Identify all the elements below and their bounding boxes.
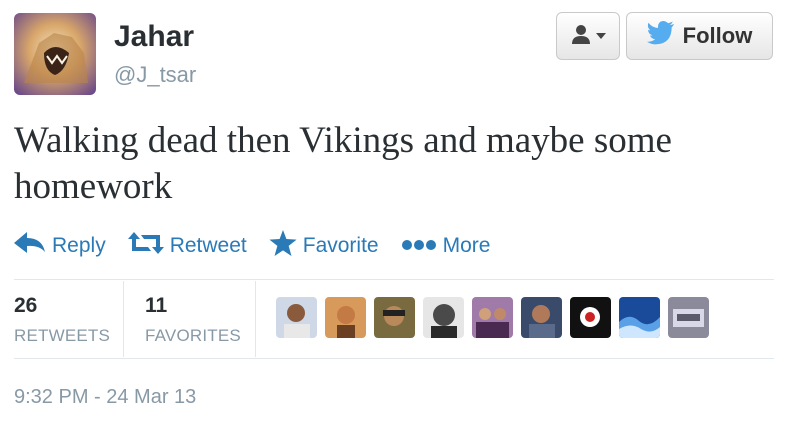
more-icon [401,234,437,258]
divider [14,279,774,280]
favoriter-avatar[interactable] [472,297,513,338]
tweet-text: Walking dead then Vikings and maybe some… [14,120,672,207]
user-name[interactable]: Jahar [114,20,194,54]
retweets-label: RETWEETS [14,326,111,345]
retweets-stat[interactable]: 26 RETWEETS [14,294,110,346]
favoriter-avatar[interactable] [619,297,660,338]
retweet-button[interactable]: Retweet [127,232,247,260]
favoriter-avatar[interactable] [276,297,317,338]
favoriter-avatar[interactable] [570,297,611,338]
avatar[interactable] [14,13,96,95]
favoriter-avatar[interactable] [423,297,464,338]
retweet-label: Retweet [169,234,247,257]
person-icon [570,23,592,50]
favorite-button[interactable]: Favorite [269,230,379,262]
star-icon [269,230,297,262]
stat-divider [255,281,256,357]
stat-divider [123,281,124,357]
favorite-label: Favorite [302,234,379,257]
favoriter-avatar[interactable] [325,297,366,338]
divider [14,358,774,359]
user-handle[interactable]: @J_tsar [114,62,196,88]
reply-label: Reply [52,234,106,257]
twitter-bird-icon [646,21,675,51]
retweet-count: 26 [14,294,38,317]
reply-button[interactable]: Reply [14,232,106,260]
chevron-down-icon [596,27,606,45]
follow-button[interactable]: Follow [626,12,773,60]
favoriters-avatars [276,297,709,338]
retweet-icon [127,232,164,260]
tweet-actions: Reply Retweet Favorite More [14,230,512,262]
favorites-label: FAVORITES [145,326,241,345]
favoriter-avatar[interactable] [521,297,562,338]
favorite-count: 11 [145,294,168,317]
user-actions-button[interactable] [556,12,620,60]
favoriter-avatar[interactable] [668,297,709,338]
more-button[interactable]: More [401,234,491,258]
favorites-stat[interactable]: 11 FAVORITES [145,294,241,346]
more-label: More [442,234,491,257]
favoriter-avatar[interactable] [374,297,415,338]
tweet-timestamp[interactable]: 9:32 PM - 24 Mar 13 [14,386,196,409]
follow-label: Follow [682,23,753,48]
reply-icon [14,232,46,260]
